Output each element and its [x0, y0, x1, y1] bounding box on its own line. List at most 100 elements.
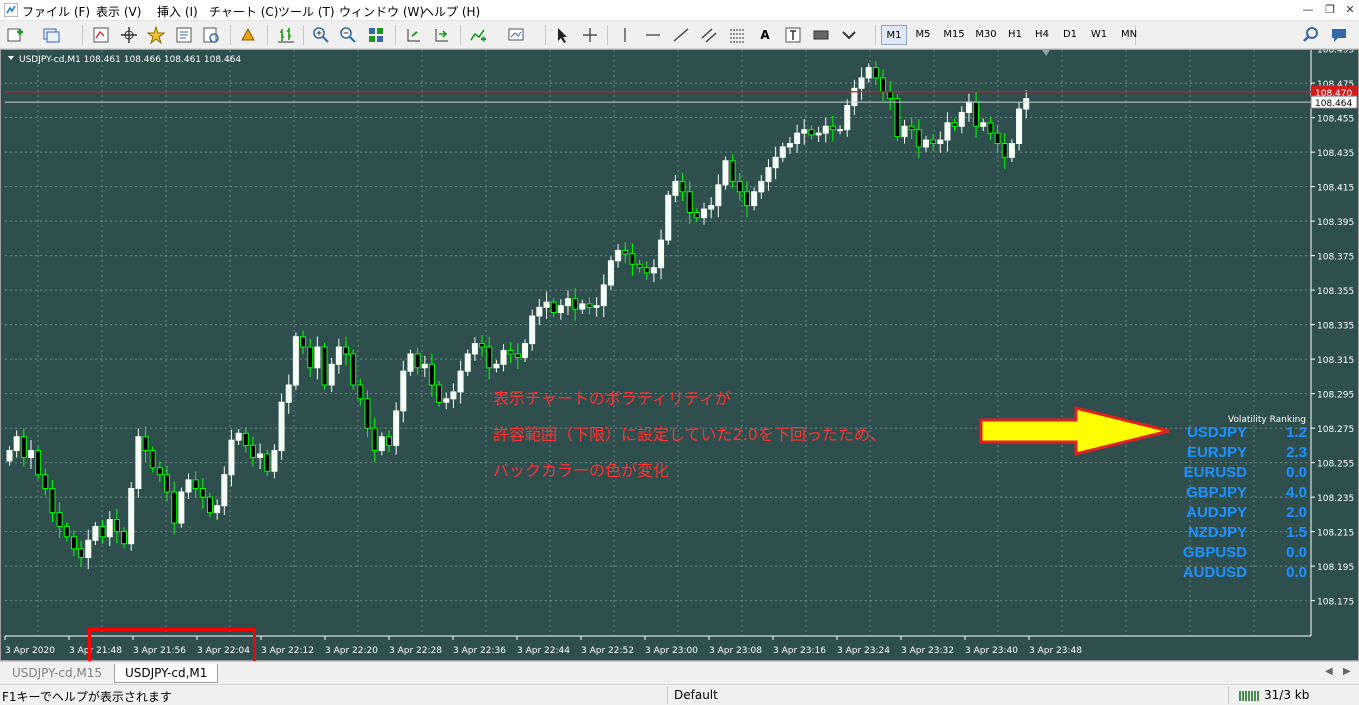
candle-body: [779, 146, 786, 158]
restore-icon[interactable]: ❐: [1322, 3, 1338, 17]
candle-body: [944, 122, 951, 141]
new-chart-icon[interactable]: [4, 24, 26, 46]
menu-help[interactable]: ヘルプ (H): [422, 3, 480, 20]
status-bar: F1キーでヘルプが表示されます Default 31/3 kb: [0, 684, 1359, 705]
zoom-out-icon[interactable]: [337, 24, 359, 46]
bar-chart-icon[interactable]: [275, 24, 297, 46]
timeframe-m15-button[interactable]: M15: [939, 25, 969, 45]
timeframe-w1-button[interactable]: W1: [1085, 25, 1113, 45]
candle-body: [164, 474, 171, 493]
candle-body: [113, 519, 120, 533]
tab-scroll-right-icon[interactable]: ▶: [1343, 666, 1351, 677]
candle-body: [522, 343, 529, 358]
candle-body: [1001, 143, 1008, 158]
trendline-icon[interactable]: [670, 24, 692, 46]
candle-body: [56, 512, 63, 527]
chart-header: USDJPY-cd,M1 108.461 108.466 108.461 108…: [19, 55, 241, 65]
candle-body: [49, 488, 56, 514]
rectangle-icon[interactable]: [810, 24, 832, 46]
tile-windows-icon[interactable]: [365, 24, 387, 46]
candle-body: [665, 194, 672, 241]
candle-body: [457, 370, 464, 393]
menu-tools[interactable]: ツール (T): [278, 3, 335, 20]
timeframe-mn-button[interactable]: MN: [1115, 25, 1143, 45]
candle-body: [514, 353, 521, 358]
chart-shift-icon[interactable]: [402, 24, 424, 46]
cursor-icon[interactable]: [551, 24, 573, 46]
templates-icon[interactable]: [505, 24, 527, 46]
arrows-icon[interactable]: [838, 24, 860, 46]
tab-usdjpy-m1[interactable]: USDJPY-cd,M1: [114, 664, 219, 683]
menu-file[interactable]: ファイル (F): [22, 3, 90, 20]
candle-body: [951, 122, 958, 127]
candle-body: [221, 474, 228, 507]
candle-body: [171, 491, 178, 524]
price-chart[interactable]: 108.495108.475108.455108.435108.415108.3…: [1, 50, 1358, 660]
fibonacci-icon[interactable]: [726, 24, 748, 46]
search-icon[interactable]: [1300, 24, 1322, 46]
menu-insert[interactable]: 挿入 (I): [157, 3, 198, 20]
equidistant-channel-icon[interactable]: [698, 24, 720, 46]
y-tick-label: 108.215: [1317, 529, 1354, 539]
text-label-icon[interactable]: [782, 24, 804, 46]
vertical-line-icon[interactable]: [614, 24, 636, 46]
timeframe-d1-button[interactable]: D1: [1057, 25, 1083, 45]
strategy-tester-icon[interactable]: [200, 24, 222, 46]
candle-body: [300, 336, 307, 348]
terminal-icon[interactable]: [173, 24, 195, 46]
candle-body: [121, 531, 128, 545]
candle-body: [658, 239, 665, 269]
candle-body: [428, 363, 435, 386]
candle-body: [607, 260, 614, 286]
menu-window[interactable]: ウィンドウ (W): [339, 3, 424, 20]
menu-view[interactable]: 表示 (V): [96, 3, 141, 20]
ranking-value: 1.2: [1286, 424, 1307, 441]
candle-body: [407, 353, 414, 372]
x-tick-label: 3 Apr 22:52: [581, 646, 634, 656]
y-tick-label: 108.415: [1317, 184, 1354, 194]
candle-body: [837, 129, 844, 132]
last-price-label: 108.464: [1315, 99, 1352, 109]
profiles-icon[interactable]: [40, 24, 62, 46]
candle-body: [880, 77, 887, 93]
chat-icon[interactable]: [1328, 24, 1350, 46]
menu-chart[interactable]: チャート (C): [209, 3, 278, 20]
timeframe-h1-button[interactable]: H1: [1003, 25, 1027, 45]
text-tool-button[interactable]: A: [754, 24, 776, 46]
y-tick-label: 108.255: [1317, 460, 1354, 470]
timeframe-m5-button[interactable]: M5: [909, 25, 937, 45]
candle-body: [980, 122, 987, 127]
candle-body: [672, 180, 679, 196]
timeframe-m30-button[interactable]: M30: [971, 25, 1001, 45]
market-watch-icon[interactable]: [90, 24, 112, 46]
candle-body: [285, 384, 292, 403]
candle-body: [78, 548, 85, 558]
timeframe-h4-button[interactable]: H4: [1029, 25, 1055, 45]
zoom-in-icon[interactable]: [310, 24, 332, 46]
tab-usdjpy-m15[interactable]: USDJPY-cd,M15: [2, 664, 112, 683]
chart-window[interactable]: 108.495 108.475 108.455 108.435 108.415 108.3…: [0, 49, 1359, 661]
autotrading-icon[interactable]: [237, 24, 259, 46]
candle-body: [579, 303, 586, 310]
y-tick-label: 108.375: [1317, 253, 1354, 263]
candle-body: [235, 432, 242, 441]
close-icon[interactable]: ✕: [1342, 3, 1358, 17]
y-tick-label: 108.335: [1317, 322, 1354, 332]
timeframe-m1-button[interactable]: M1: [881, 25, 907, 45]
candle-body: [479, 343, 486, 348]
candle-body: [808, 129, 815, 136]
indicators-icon[interactable]: [467, 24, 489, 46]
status-traffic: 31/3 kb: [1264, 688, 1310, 702]
candle-body: [786, 143, 793, 148]
minimize-icon[interactable]: —: [1300, 3, 1316, 17]
ranking-pair: EURJPY: [1187, 444, 1247, 461]
candle-body: [206, 496, 213, 514]
crosshair-icon[interactable]: [579, 24, 601, 46]
horizontal-line-icon[interactable]: [642, 24, 664, 46]
y-tick-label: 108.275: [1317, 425, 1354, 435]
auto-scroll-icon[interactable]: [430, 24, 452, 46]
data-window-icon[interactable]: [118, 24, 140, 46]
y-tick-label: 108.295: [1317, 391, 1354, 401]
tab-scroll-left-icon[interactable]: ◀: [1325, 666, 1333, 677]
navigator-icon[interactable]: [145, 24, 167, 46]
